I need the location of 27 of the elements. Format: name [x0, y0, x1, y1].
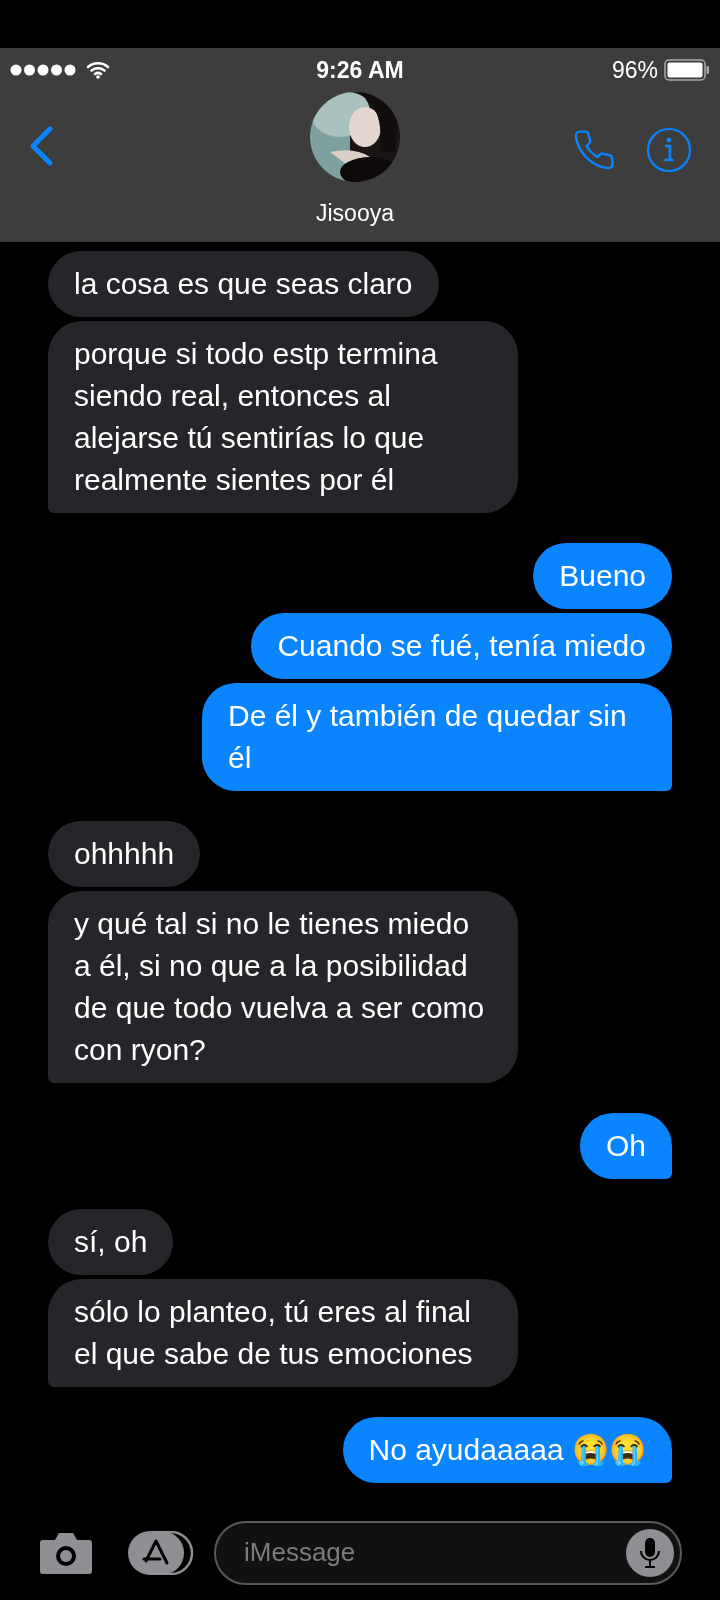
info-icon	[646, 127, 692, 173]
signal-icon	[10, 64, 78, 76]
microphone-icon	[638, 1536, 662, 1569]
message-field[interactable]: iMessage	[214, 1520, 682, 1585]
message-bubble: la cosa es que seas claro	[48, 251, 439, 317]
app-store-icon	[128, 1530, 194, 1575]
message-bubble: ohhhhh	[48, 821, 201, 887]
message-bubble: Bueno	[533, 543, 672, 609]
back-chevron-icon	[28, 125, 54, 167]
battery-percent: 96%	[611, 55, 658, 85]
message-input[interactable]: iMessage	[244, 1533, 626, 1572]
message-bubble: sólo lo planteo, tú eres al final el que sabe de tus emociones	[48, 1279, 518, 1387]
message-bubble: Cuando se fué, tenía miedo	[251, 613, 672, 679]
phone-icon	[572, 128, 616, 172]
info-button[interactable]	[646, 127, 692, 173]
message-bubble: sí, oh	[48, 1209, 174, 1275]
message-bubble: Oh	[579, 1113, 672, 1179]
apps-button[interactable]	[128, 1530, 194, 1575]
microphone-button[interactable]	[626, 1528, 674, 1577]
message-bubble: No ayudaaaaa 😭😭	[342, 1417, 672, 1483]
contact-name[interactable]: Jisooya	[316, 196, 394, 231]
message-bubble: porque si todo estp termina siendo real, entonces al alejarse tú sentirías lo que realmente sientes por él	[48, 321, 518, 513]
battery-icon	[664, 59, 710, 81]
status-time: 9:26 AM	[316, 55, 404, 85]
message-bubble: y qué tal si no le tienes miedo a él, si no que a la posibilidad de que todo vuelva a ser como con ryon?	[48, 891, 518, 1083]
message-bubble: De él y también de quedar sin él	[202, 683, 672, 791]
wifi-icon	[86, 61, 110, 79]
